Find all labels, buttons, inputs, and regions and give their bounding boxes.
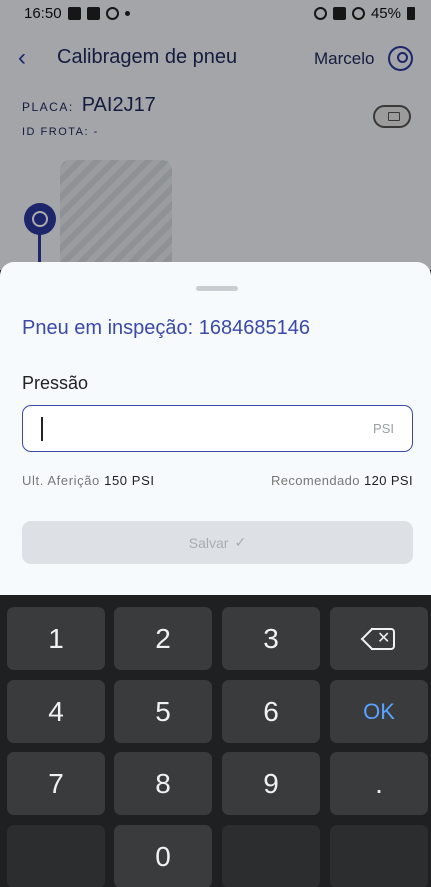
pressure-unit: PSI — [373, 421, 394, 436]
text-cursor — [41, 417, 43, 441]
recommended-pressure: Recomendado 120 PSI — [271, 473, 413, 488]
key-0[interactable]: 0 — [114, 825, 212, 887]
key-5[interactable]: 5 — [114, 680, 212, 743]
last-measurement-value: 150 PSI — [104, 473, 155, 488]
save-button-label: Salvar — [188, 534, 229, 551]
key-9[interactable]: 9 — [222, 752, 320, 815]
recommended-label: Recomendado — [270, 473, 360, 488]
inspection-bottom-sheet: Pneu em inspeção: 1684685146 Pressão PSI… — [0, 262, 431, 595]
key-7[interactable]: 7 — [7, 752, 105, 815]
sheet-title: Pneu em inspeção: 1684685146 — [22, 317, 311, 339]
key-empty-mid — [222, 825, 320, 887]
key-1[interactable]: 1 — [7, 607, 105, 670]
key-3[interactable]: 3 — [222, 607, 320, 670]
app-screen: 16:50 45% ‹ Calibragem de pneu Marcelo P… — [0, 0, 431, 270]
check-icon: ✓ — [234, 534, 247, 550]
key-8[interactable]: 8 — [114, 752, 212, 815]
pressure-input[interactable]: PSI — [22, 405, 413, 452]
key-4[interactable]: 4 — [7, 680, 105, 743]
recommended-value: 120 PSI — [363, 473, 413, 488]
backspace-key[interactable]: ✕ — [330, 607, 428, 670]
key-empty-left — [7, 825, 105, 887]
key-dot[interactable]: . — [330, 752, 428, 815]
numeric-keyboard: 1 2 3 ✕ 4 5 6 OK 7 8 9 . 0 — [0, 595, 431, 887]
key-2[interactable]: 2 — [114, 607, 212, 670]
key-empty-right — [330, 825, 428, 887]
modal-scrim[interactable] — [0, 0, 431, 270]
backspace-icon: ✕ — [360, 627, 395, 650]
sheet-drag-handle[interactable] — [196, 286, 238, 291]
last-measurement-label: Ult. Aferição — [22, 473, 100, 488]
save-button[interactable]: Salvar ✓ — [22, 521, 413, 564]
key-6[interactable]: 6 — [222, 680, 320, 743]
last-measurement: Ult. Aferição 150 PSI — [22, 473, 155, 488]
pressure-label: Pressão — [22, 373, 89, 393]
ok-key[interactable]: OK — [330, 680, 428, 743]
